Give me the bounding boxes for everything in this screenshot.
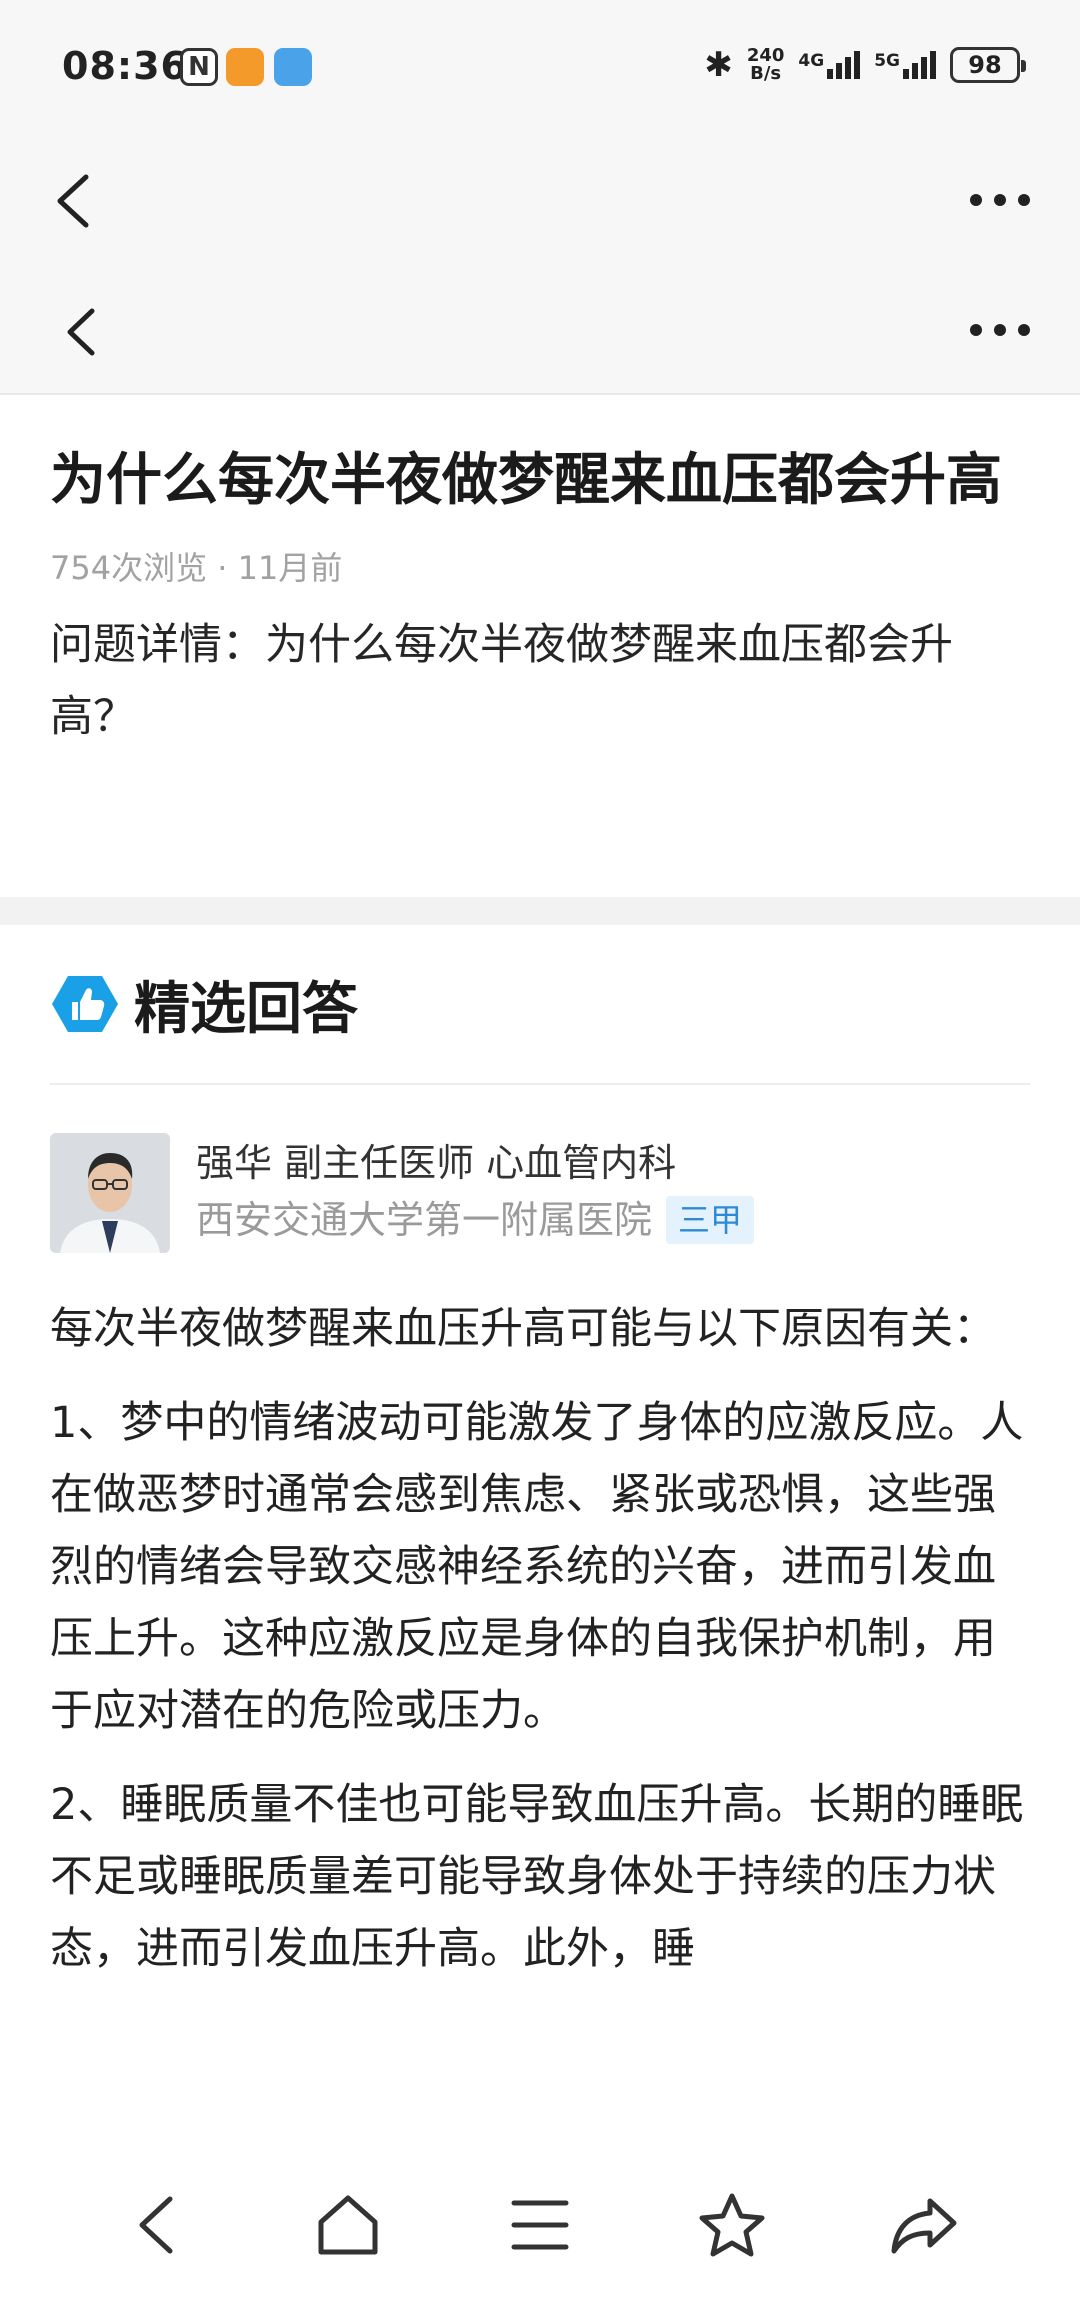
signal-5g-icon: 5G xyxy=(874,51,936,79)
question-title: 为什么每次半夜做梦醒来血压都会升高 xyxy=(50,448,1002,513)
sync-notification-icon xyxy=(274,48,312,86)
home-icon xyxy=(318,2195,378,2255)
chevron-left-icon xyxy=(139,2196,173,2254)
page-back-button[interactable] xyxy=(62,307,110,363)
home-button[interactable] xyxy=(303,2180,393,2270)
question-meta: 754次浏览 · 11月前 xyxy=(50,549,343,587)
answers-section: 精选回答 强华 副主任医师 心血管内科 西安交通大学第一附属医院 三甲 每次半夜 xyxy=(0,925,1080,2007)
doctor-photo xyxy=(50,1133,170,1253)
more-button[interactable] xyxy=(970,180,1030,220)
signal-5g-label: 5G xyxy=(874,51,900,71)
share-icon xyxy=(891,2198,957,2254)
page-navigation-bar xyxy=(0,265,1080,395)
star-icon xyxy=(699,2193,765,2257)
thumbs-up-badge-icon xyxy=(52,976,118,1032)
share-button[interactable] xyxy=(879,2180,969,2270)
signal-4g-label: 4G xyxy=(798,51,825,71)
bluetooth-icon: ✱ xyxy=(704,45,733,85)
avatar[interactable] xyxy=(50,1133,170,1253)
doctor-info: 强华 副主任医师 心血管内科 西安交通大学第一附属医院 三甲 xyxy=(196,1133,755,1249)
menu-button[interactable] xyxy=(495,2180,585,2270)
nfc-icon: N xyxy=(180,48,218,86)
network-speed-unit: B/s xyxy=(750,63,782,84)
answer-paragraph: 2、睡眠质量不佳也可能导致血压升高。长期的睡眠不足或睡眠质量差可能导致身体处于持… xyxy=(50,1780,1024,1974)
doctor-card[interactable]: 强华 副主任医师 心血管内科 西安交通大学第一附属医院 三甲 xyxy=(50,1133,1030,1253)
answer-paragraph: 1、梦中的情绪波动可能激发了身体的应激反应。人在做恶梦时通常会感到焦虑、紧张或恐… xyxy=(50,1398,1024,1736)
network-speed: 240 B/s xyxy=(747,47,785,83)
page-more-button[interactable] xyxy=(970,310,1030,350)
featured-answer-title: 精选回答 xyxy=(134,976,358,1042)
favorite-button[interactable] xyxy=(687,2180,777,2270)
answer-body: 每次半夜做梦醒来血压升高可能与以下原因有关： 1、梦中的情绪波动可能激发了身体的… xyxy=(50,1293,1030,1985)
chevron-left-icon xyxy=(67,308,95,356)
browser-back-button[interactable] xyxy=(111,2180,201,2270)
question-detail: 问题详情：为什么每次半夜做梦醒来血压都会升高？ xyxy=(50,620,953,742)
battery-icon: 98 xyxy=(950,47,1026,83)
more-dots-icon xyxy=(970,194,982,206)
status-indicators: ✱ 240 B/s 4G 5G 98 xyxy=(704,44,1026,86)
back-button[interactable] xyxy=(52,173,100,229)
question-section: 为什么每次半夜做梦醒来血压都会升高 754次浏览 · 11月前 问题详情：为什么… xyxy=(0,397,1080,897)
app-notification-icon xyxy=(226,48,264,86)
signal-4g-icon: 4G xyxy=(798,51,861,79)
doctor-hospital: 西安交通大学第一附属医院 xyxy=(196,1198,653,1242)
more-dots-icon xyxy=(970,324,982,336)
answer-paragraph: 每次半夜做梦醒来血压升高可能与以下原因有关： xyxy=(50,1304,996,1354)
section-divider xyxy=(0,897,1080,925)
featured-answer-header: 精选回答 xyxy=(50,925,1030,1085)
chevron-left-icon xyxy=(57,174,89,228)
menu-icon xyxy=(511,2200,569,2250)
doctor-hospital-row: 西安交通大学第一附属医院 三甲 xyxy=(196,1191,755,1249)
status-time: 08:36 xyxy=(62,44,188,88)
bottom-navigation-bar xyxy=(0,2138,1080,2312)
hospital-grade-badge: 三甲 xyxy=(666,1196,755,1244)
outer-navigation-bar xyxy=(0,135,1080,265)
doctor-name-title: 强华 副主任医师 心血管内科 xyxy=(196,1141,677,1185)
status-bar: 08:36 N ✱ 240 B/s 4G 5G 98 xyxy=(0,0,1080,135)
